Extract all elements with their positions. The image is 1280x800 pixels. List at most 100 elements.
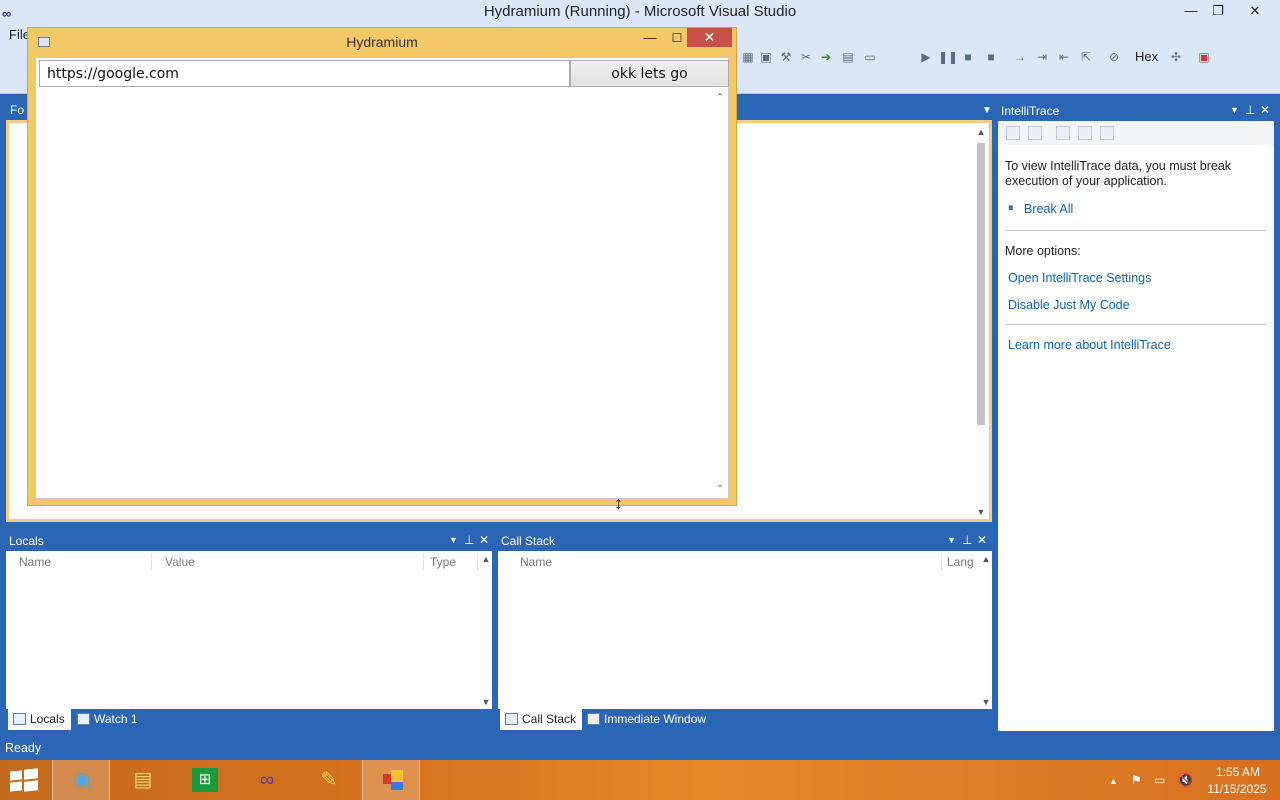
toolbar-icon[interactable]: ✣ [1168,49,1184,65]
intellitrace-title: IntelliTrace [1001,104,1060,118]
document-tab[interactable]: Fo [10,103,24,117]
column-header[interactable]: Value [152,553,424,571]
locals-tabstrip: Locals Watch 1 [6,709,492,731]
scroll-down-icon[interactable]: ▼ [975,507,987,517]
list-icon[interactable] [1006,126,1020,140]
divider [1005,324,1266,325]
toolbar-icon[interactable]: ▣ [1196,49,1212,65]
toolbar-icon[interactable]: ➔ [818,49,834,65]
tab-locals[interactable]: Locals [8,709,71,730]
dropdown-icon[interactable]: ▼ [1230,105,1239,115]
scroll-down-icon[interactable]: ▼ [980,697,992,707]
locals-panel: Locals ▼ ⊥ ✕ Name Value Type ▲ ▼ Locals … [6,531,492,731]
ie-icon: ◉ [73,769,91,791]
close-icon[interactable]: ✕ [1260,103,1270,117]
pin-icon[interactable]: ⊥ [464,533,474,547]
scroll-up-icon[interactable]: ▲ [980,554,992,564]
scroll-up-icon[interactable]: ▲ [975,127,987,137]
file-explorer-icon: ▤ [133,769,153,791]
dropdown-icon[interactable]: ▼ [982,105,992,116]
intellitrace-panel: IntelliTrace ▼ ⊥ ✕ To view IntelliTrace … [998,101,1274,731]
taskbar-paint[interactable]: ✎ [300,760,358,800]
document-scrollbar[interactable]: ▲ ▼ [973,123,989,519]
close-button[interactable]: ✕ [687,28,732,47]
flag-icon[interactable]: ⚑ [1131,773,1142,787]
minimize-button[interactable]: — [1176,0,1206,22]
windows-start-icon[interactable] [8,767,40,793]
tray-date[interactable]: 11/15/2025 [1205,782,1269,796]
browser-scrollbar[interactable]: ⌃ ⌄ [713,90,727,496]
hex-toggle[interactable]: Hex [1135,49,1158,64]
tab-watch-1[interactable]: Watch 1 [72,709,144,730]
toolbar-icon[interactable]: ▭ [862,49,878,65]
toolbar-icon[interactable]: ▤ [840,49,856,65]
restore-button[interactable]: ❐ [1203,0,1233,22]
go-button[interactable]: okk lets go [570,60,729,87]
continue-icon[interactable]: ▶ [918,49,934,65]
stop-icon[interactable]: ■ [960,49,976,65]
toolbar-icon[interactable]: ⚒ [778,49,794,65]
search-icon[interactable] [1078,126,1092,140]
scroll-up-icon[interactable]: ▲ [480,554,492,564]
close-icon[interactable]: ✕ [479,533,489,547]
step-icon[interactable]: → [1012,49,1028,65]
callstack-scrollbar[interactable]: ▲ ▼ [978,551,992,709]
toolbar-icon[interactable]: ⊘ [1106,49,1122,65]
scroll-down-icon[interactable]: ▼ [480,697,492,707]
taskbar-hydramium[interactable] [362,760,420,800]
pin-icon[interactable]: ⊥ [962,533,972,547]
taskbar-store[interactable]: ⊞ [176,760,234,800]
disable-jmc-link[interactable]: Disable Just My Code [1008,298,1130,312]
divider [1005,230,1266,231]
locals-scrollbar[interactable]: ▲ ▼ [478,551,492,709]
column-header[interactable]: Name [506,553,942,571]
step-over-icon[interactable]: ⇤ [1056,49,1072,65]
taskbar-ie[interactable]: ◉ [52,760,110,800]
learn-more-link[interactable]: Learn more about IntelliTrace [1008,338,1171,352]
dropdown-icon[interactable]: ▼ [449,535,458,545]
column-header[interactable]: Name [6,553,152,571]
tab-call-stack[interactable]: Call Stack [500,709,583,730]
callstack-header: Call Stack ▼ ⊥ ✕ [498,531,992,551]
toolbar-icon[interactable]: ✂ [798,49,814,65]
toolbar-icon[interactable]: ▦ [740,49,756,65]
taskbar-visual-studio[interactable]: ∞ [238,760,296,800]
scroll-thumb[interactable] [977,143,985,425]
pin-icon[interactable]: ⊥ [1245,103,1255,117]
taskbar: ◉ ▤ ⊞ ∞ ✎ [0,760,1280,800]
intellitrace-message: To view IntelliTrace data, you must brea… [1005,159,1232,188]
calendar-icon[interactable] [1056,126,1070,140]
taskbar-file-explorer[interactable]: ▤ [114,760,172,800]
toolbar-icon[interactable]: ▣ [758,49,774,65]
tray-time[interactable]: 1:55 AM [1213,765,1263,779]
browser-view[interactable]: ⌃ ⌄ [39,90,727,496]
break-all-link[interactable]: Break All [1024,202,1073,216]
locals-header: Locals ▼ ⊥ ✕ [6,531,492,551]
tab-immediate-window[interactable]: Immediate Window [582,709,712,730]
scroll-down-icon[interactable]: ⌄ [714,479,726,490]
immediate-icon [587,713,600,725]
close-button[interactable]: ✕ [1232,0,1278,22]
store-icon: ⊞ [192,768,218,792]
url-input[interactable] [39,60,570,87]
open-settings-link[interactable]: Open IntelliTrace Settings [1008,271,1151,285]
pause-icon[interactable]: ❚❚ [938,49,958,65]
callstack-title: Call Stack [501,534,556,548]
column-header[interactable]: Type [424,553,478,571]
minimize-button[interactable]: — [637,29,663,49]
restart-icon[interactable]: ■ [983,49,999,65]
call-stack-icon [505,713,518,725]
close-icon[interactable]: ✕ [977,533,987,547]
network-icon[interactable]: ▭ [1154,773,1165,787]
hydramium-titlebar[interactable]: Hydramium — ☐ ✕ [28,28,736,57]
step-into-icon[interactable]: ⇥ [1034,49,1050,65]
volume-muted-icon[interactable]: 🔇 [1178,773,1193,787]
filter-icon[interactable] [1028,126,1042,140]
settings-icon[interactable] [1100,126,1114,140]
scroll-up-icon[interactable]: ⌃ [714,92,726,103]
app-icon [379,768,405,792]
dropdown-icon[interactable]: ▼ [947,535,956,545]
step-out-icon[interactable]: ⇱ [1078,49,1094,65]
tray-expand-icon[interactable]: ▲ [1109,776,1118,786]
column-header[interactable]: Lang [942,553,978,571]
